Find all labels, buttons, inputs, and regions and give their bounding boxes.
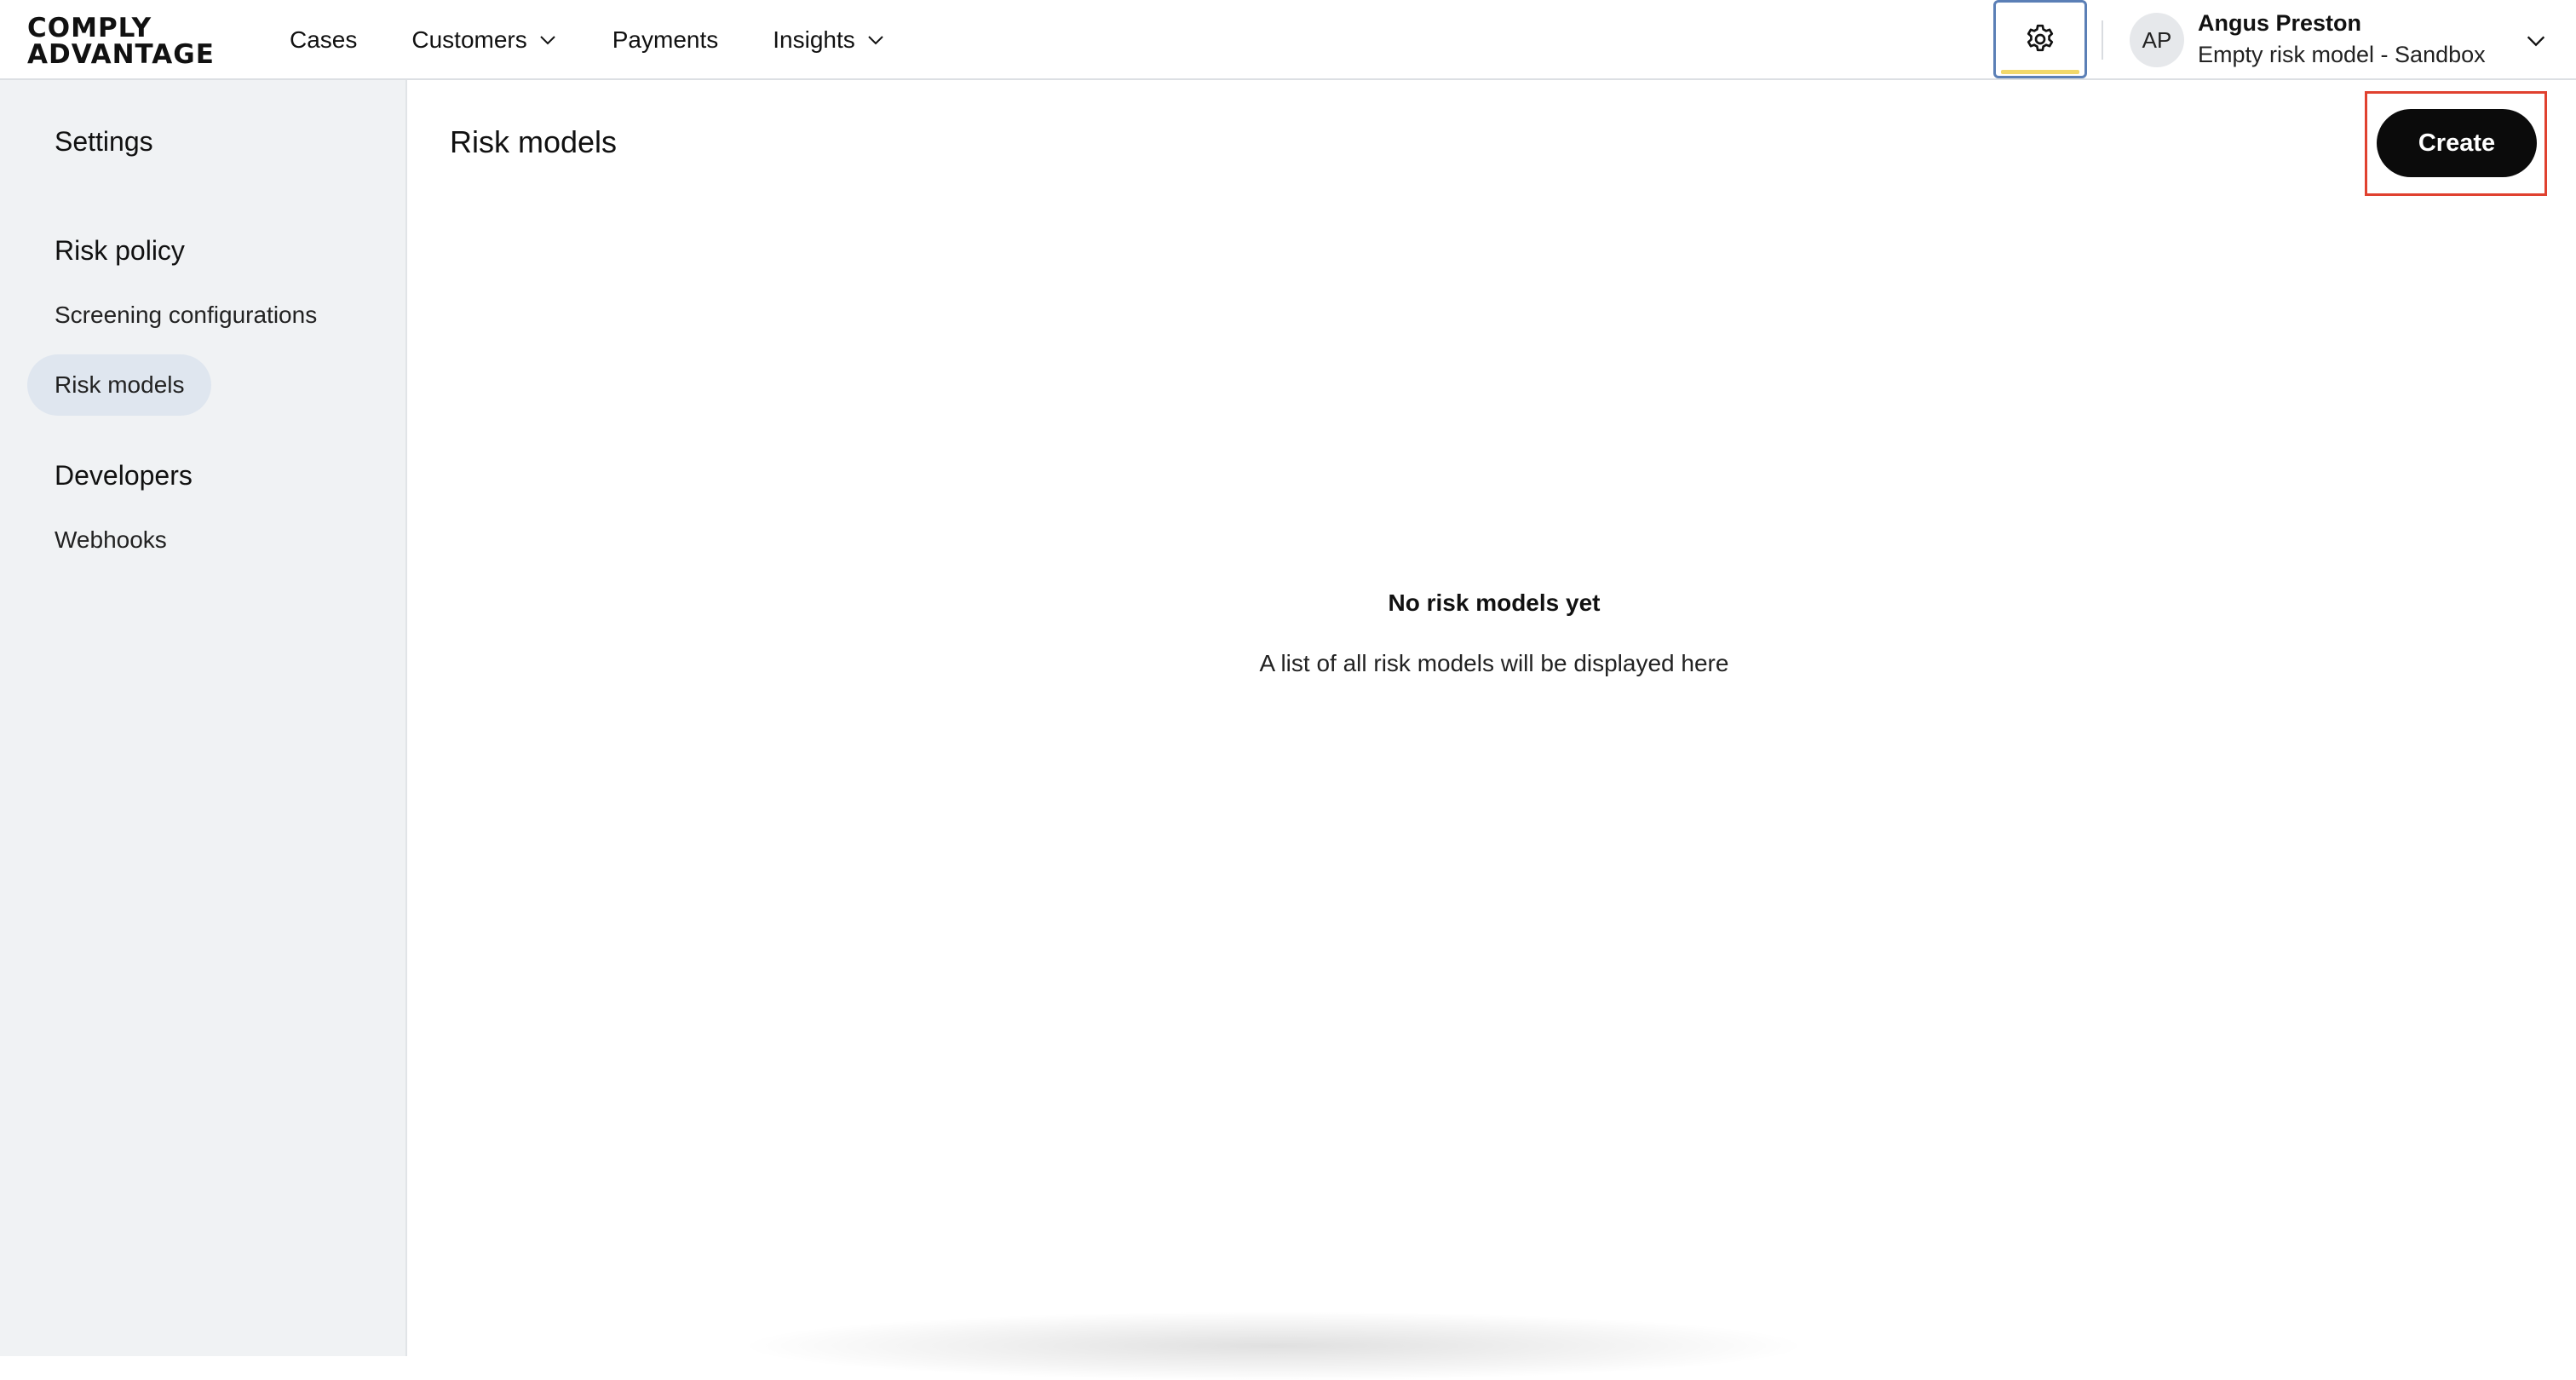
comply-advantage-logo[interactable]: COMPLY ADVANTAGE xyxy=(27,15,215,68)
gear-icon xyxy=(2027,24,2054,52)
empty-state-title: No risk models yet xyxy=(1388,589,1601,616)
nav-insights[interactable]: Insights xyxy=(773,0,886,80)
nav-cases-label: Cases xyxy=(290,26,358,53)
user-name: Angus Preston xyxy=(2198,10,2362,36)
header-divider xyxy=(2102,20,2103,60)
avatar[interactable]: AP xyxy=(2130,13,2184,67)
sidebar-section-developers: Developers xyxy=(55,460,193,491)
sidebar-item-screening-configurations[interactable]: Screening configurations xyxy=(55,302,317,329)
nav-payments-label: Payments xyxy=(612,26,719,53)
logo-line-2: ADVANTAGE xyxy=(27,39,215,70)
top-navigation-bar: COMPLY ADVANTAGE Cases Customers Payment… xyxy=(0,0,2576,80)
nav-customers[interactable]: Customers xyxy=(411,0,557,80)
chevron-down-icon xyxy=(538,30,558,50)
settings-sidebar: Settings Risk policy Screening configura… xyxy=(0,80,407,1356)
create-button[interactable]: Create xyxy=(2377,109,2537,177)
settings-button[interactable] xyxy=(1993,0,2087,78)
logo-line-1: COMPLY xyxy=(27,13,152,43)
page-title: Risk models xyxy=(450,124,618,159)
nav-payments[interactable]: Payments xyxy=(612,0,719,80)
main-nav: Cases Customers Payments Insights xyxy=(290,0,940,80)
nav-customers-label: Customers xyxy=(411,26,527,53)
account-switcher[interactable]: Angus Preston Empty risk model - Sandbox xyxy=(2198,9,2486,72)
empty-state-subtitle: A list of all risk models will be displa… xyxy=(1259,650,1729,676)
chevron-down-icon[interactable] xyxy=(2524,29,2548,53)
sidebar-title: Settings xyxy=(55,126,153,157)
sidebar-section-risk-policy: Risk policy xyxy=(55,235,185,266)
avatar-initials: AP xyxy=(2142,26,2172,53)
bottom-shadow xyxy=(750,1312,1797,1380)
user-environment: Empty risk model - Sandbox xyxy=(2198,42,2486,67)
chevron-down-icon xyxy=(865,30,886,50)
nav-insights-label: Insights xyxy=(773,26,855,53)
sidebar-item-webhooks[interactable]: Webhooks xyxy=(55,526,167,554)
nav-cases[interactable]: Cases xyxy=(290,0,357,80)
sidebar-item-risk-models[interactable]: Risk models xyxy=(27,354,212,416)
